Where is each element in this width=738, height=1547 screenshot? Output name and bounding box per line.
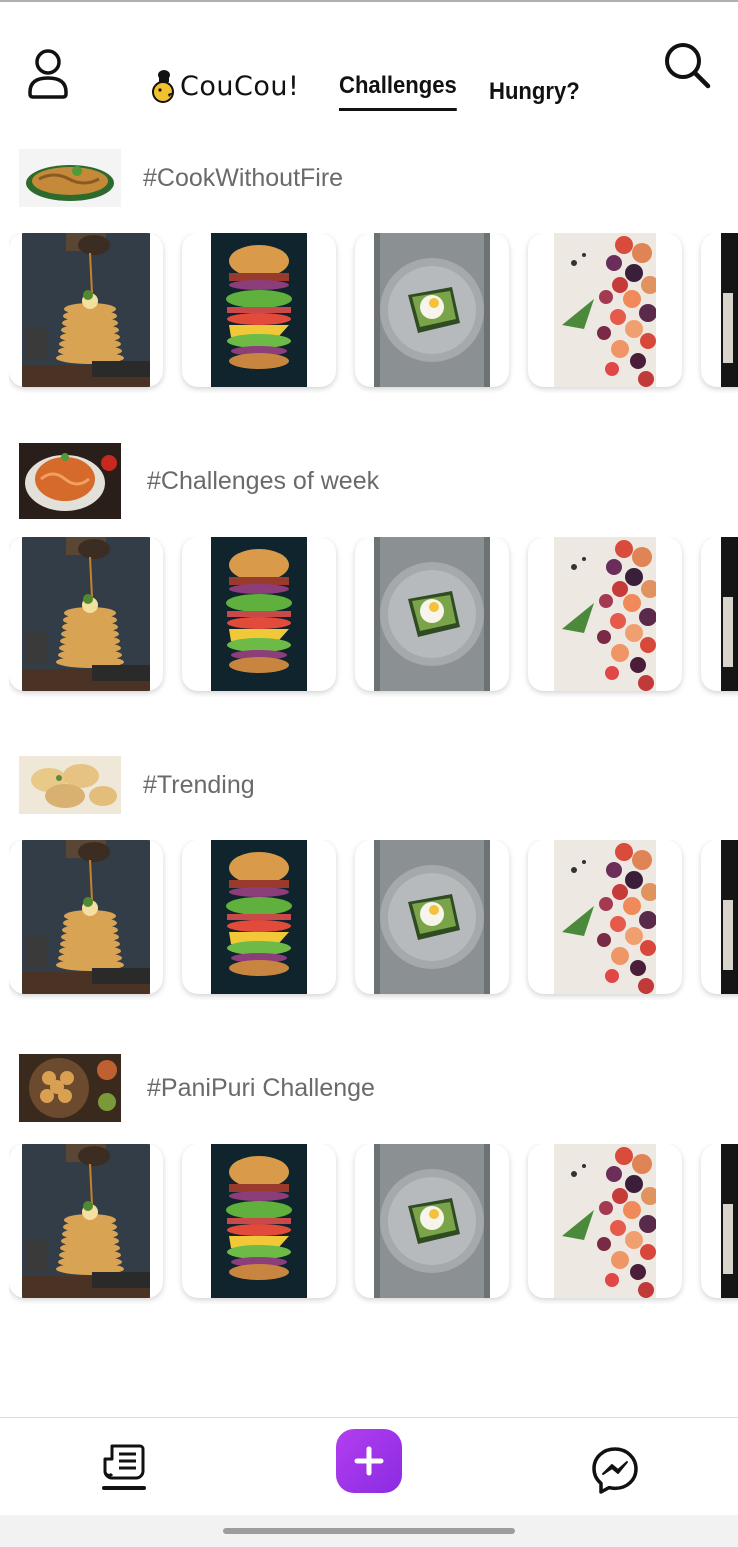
challenge-section: #Challenges of week [0, 443, 738, 693]
feed-icon [103, 1444, 145, 1480]
challenge-card[interactable] [9, 1144, 163, 1298]
drink-photo [721, 233, 738, 387]
noodles-thumbnail[interactable] [19, 149, 121, 207]
section-title[interactable]: #PaniPuri Challenge [147, 1074, 375, 1103]
app-logo[interactable]: CouCou! [150, 66, 299, 106]
app-header: CouCou! Challenges Hungry? [0, 2, 738, 128]
drink-photo [721, 537, 738, 691]
challenge-card[interactable] [701, 233, 738, 387]
challenge-card[interactable] [701, 1144, 738, 1298]
search-button[interactable] [662, 40, 712, 90]
challenge-card-row[interactable] [9, 233, 738, 393]
section-title[interactable]: #Challenges of week [147, 467, 379, 496]
fruits-photo [554, 1144, 656, 1298]
burger-photo [211, 233, 307, 387]
avocado-toast-photo [374, 1144, 490, 1298]
challenge-card[interactable] [355, 537, 509, 691]
challenge-section: #PaniPuri Challenge [0, 1054, 738, 1304]
section-header[interactable]: #Challenges of week [19, 443, 379, 519]
challenge-card[interactable] [701, 537, 738, 691]
fruits-photo [554, 537, 656, 691]
create-post-button[interactable] [336, 1429, 402, 1493]
system-gesture-area [0, 1515, 738, 1547]
pancakes-photo [22, 1144, 150, 1298]
avocado-toast-photo [374, 537, 490, 691]
search-icon [665, 43, 711, 89]
user-icon [28, 49, 68, 99]
challenge-card[interactable] [182, 1144, 336, 1298]
burger-photo [211, 537, 307, 691]
messenger-icon [592, 1447, 638, 1494]
dumplings-thumbnail[interactable] [19, 756, 121, 814]
fruits-photo [554, 840, 656, 994]
drink-photo [721, 1144, 738, 1298]
chef-mascot-icon [152, 70, 174, 103]
pasta-thumbnail[interactable] [19, 443, 121, 519]
challenge-section: #CookWithoutFire [0, 149, 738, 399]
challenge-section: #Trending [0, 756, 738, 1006]
avocado-toast-photo [374, 233, 490, 387]
fruits-photo [554, 233, 656, 387]
tab-challenges[interactable]: Challenges [339, 72, 457, 111]
nav-feed-button[interactable] [102, 1442, 146, 1494]
challenge-card[interactable] [355, 840, 509, 994]
plus-icon [354, 1446, 384, 1476]
messages-button[interactable] [590, 1445, 640, 1495]
section-title[interactable]: #CookWithoutFire [143, 164, 343, 193]
section-header[interactable]: #CookWithoutFire [19, 149, 343, 207]
active-tab-indicator [102, 1486, 146, 1490]
panipuri-thumbnail[interactable] [19, 1054, 121, 1122]
challenge-card[interactable] [182, 537, 336, 691]
challenge-card[interactable] [528, 1144, 682, 1298]
challenge-card[interactable] [9, 840, 163, 994]
challenge-card-row[interactable] [9, 840, 738, 1000]
section-title[interactable]: #Trending [143, 771, 255, 800]
challenge-card[interactable] [355, 1144, 509, 1298]
home-indicator[interactable] [223, 1528, 515, 1534]
challenge-card-row[interactable] [9, 1144, 738, 1304]
logo-text: CouCou! [180, 70, 300, 102]
challenge-card[interactable] [9, 537, 163, 691]
bottom-navigation [0, 1417, 738, 1515]
drink-photo [721, 840, 738, 994]
burger-photo [211, 1144, 307, 1298]
section-header[interactable]: #PaniPuri Challenge [19, 1054, 375, 1122]
challenge-card[interactable] [9, 233, 163, 387]
burger-photo [211, 840, 307, 994]
pancakes-photo [22, 840, 150, 994]
pancakes-photo [22, 537, 150, 691]
challenge-card[interactable] [701, 840, 738, 994]
section-header[interactable]: #Trending [19, 756, 255, 814]
challenge-card[interactable] [182, 840, 336, 994]
challenge-card[interactable] [528, 233, 682, 387]
challenge-card[interactable] [528, 840, 682, 994]
tab-hungry[interactable]: Hungry? [489, 78, 580, 106]
challenge-card[interactable] [528, 537, 682, 691]
challenge-card[interactable] [182, 233, 336, 387]
challenge-card-row[interactable] [9, 537, 738, 697]
avocado-toast-photo [374, 840, 490, 994]
challenge-card[interactable] [355, 233, 509, 387]
profile-button[interactable] [22, 46, 74, 102]
pancakes-photo [22, 233, 150, 387]
